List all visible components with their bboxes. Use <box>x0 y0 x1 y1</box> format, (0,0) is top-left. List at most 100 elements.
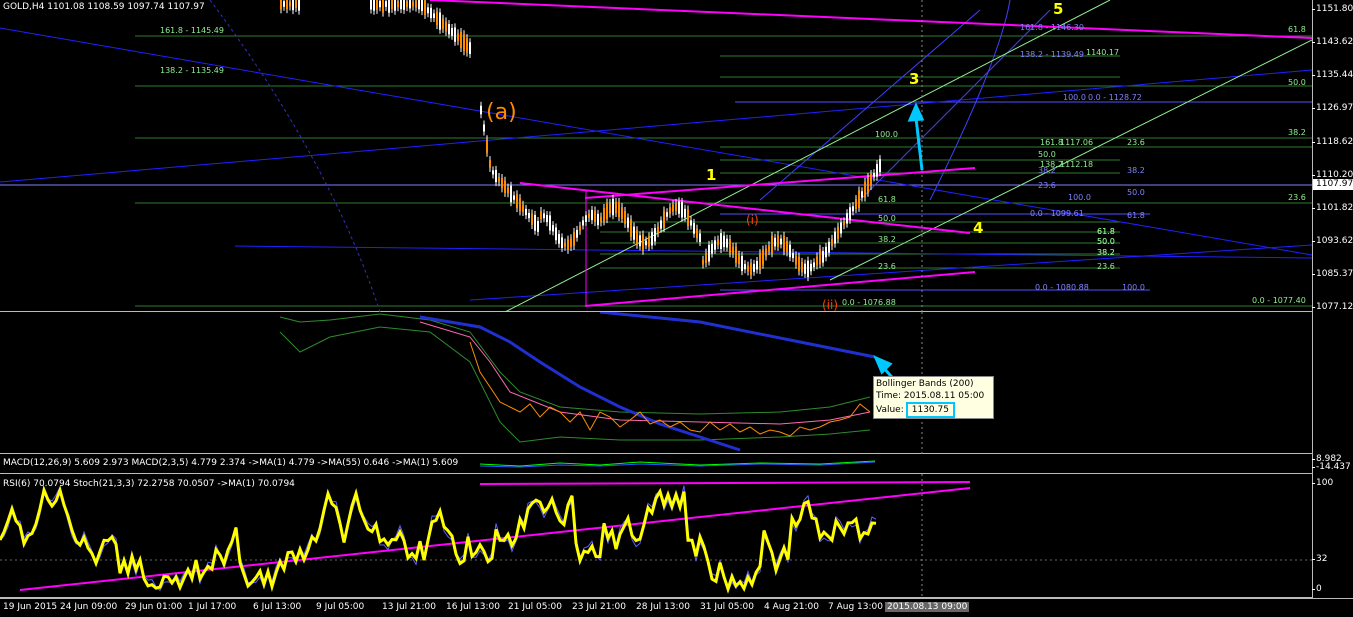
candle-body <box>741 255 743 272</box>
candle-body <box>495 169 497 183</box>
price-axis-label: 1077.12 <box>1311 302 1353 312</box>
candle-body <box>531 213 533 225</box>
candle-body <box>519 198 521 212</box>
chart-symbol-header: GOLD,H4 1101.08 1108.59 1097.74 1107.97 <box>3 2 205 12</box>
candle-body <box>570 238 572 248</box>
candle-body <box>732 246 734 254</box>
candle-body <box>639 235 641 247</box>
tooltip-value-label: Value: <box>876 405 904 415</box>
macd-header: MACD(12,26,9) 5.609 2.973 MACD(2,3,5) 4.… <box>3 458 459 468</box>
candle-body <box>837 226 839 239</box>
fib-level-label: 38.2 <box>1038 166 1056 175</box>
cursor-time-label: 2015.08.13 09:00 <box>885 602 970 612</box>
rsi-canvas <box>0 474 1312 598</box>
time-axis[interactable]: 19 Jun 2015 24 Jun 09:00 29 Jun 01:00 1 Jul… <box>0 598 1353 617</box>
candle-body <box>690 220 692 226</box>
candle-body <box>561 237 563 249</box>
candle-body <box>819 248 821 265</box>
candle-body <box>585 215 587 222</box>
rsi-trend-top <box>479 481 971 485</box>
candle-body <box>681 201 683 218</box>
tooltip-title: Bollinger Bands (200) <box>876 379 974 389</box>
ma-blue-200 <box>599 312 876 359</box>
price-axis[interactable]: 1151.80 1143.62 1135.44 1126.97 1118.62 1110.… <box>1311 0 1353 312</box>
candle-body <box>543 213 545 219</box>
time-axis-label: 19 Jun 2015 <box>3 602 58 612</box>
time-axis-label: 7 Aug 13:00 <box>828 602 883 612</box>
candle-body <box>555 227 557 241</box>
fib-level-label: 38.2 <box>1127 166 1145 175</box>
current-price-marker: 1107.97 <box>1313 179 1353 190</box>
candle-body <box>717 239 719 246</box>
candle-body <box>430 7 432 19</box>
candle-body <box>636 230 638 245</box>
candle-body <box>457 33 459 42</box>
candle-body <box>630 219 632 237</box>
wave-label-a: (a) <box>486 100 517 125</box>
candle-body <box>795 255 797 265</box>
candle-body <box>711 243 713 254</box>
candle-body <box>567 239 569 250</box>
rsi-stoch-pane[interactable]: RSI(6) 70.0794 Stoch(21,3,3) 72.2758 70.… <box>0 474 1312 598</box>
candle-body <box>504 180 506 193</box>
candle-body <box>726 238 728 248</box>
fib-level-label: 0.0 - 1099.61 <box>1030 209 1084 218</box>
symbol-label: GOLD,H4 <box>3 2 45 12</box>
main-price-pane[interactable]: GOLD,H4 1101.08 1108.59 1097.74 1107.97 … <box>0 0 1312 312</box>
candle-body <box>615 202 617 213</box>
candle-body <box>498 176 500 183</box>
fib-level-label: 1140.17 <box>1086 48 1120 57</box>
price-candles <box>280 0 881 282</box>
candle-body <box>870 174 872 186</box>
candle-body <box>810 263 812 272</box>
candle-body <box>765 248 767 257</box>
candle-body <box>729 239 731 254</box>
candle-body <box>534 214 536 231</box>
tooltip-value: 1130.75 <box>905 402 955 418</box>
tooltip-time: Time: 2015.08.11 05:00 <box>876 391 985 401</box>
candle-body <box>295 0 297 8</box>
candle-body <box>843 221 845 226</box>
fib-level-label: 38.2 <box>1288 128 1306 137</box>
candle-body <box>702 259 704 265</box>
candle-body <box>627 217 629 228</box>
candle-body <box>801 261 803 273</box>
rsi-line <box>0 484 877 594</box>
fib-level-label: 23.6 <box>878 262 896 271</box>
candle-body <box>513 195 515 200</box>
rsi-axis-label: 100 <box>1311 478 1334 488</box>
candle-body <box>388 0 390 13</box>
fib-level-label: 50.0 <box>1288 78 1306 87</box>
ma-pink <box>419 321 871 425</box>
candle-body <box>699 233 701 243</box>
candle-body <box>789 244 791 258</box>
candle-body <box>573 231 575 246</box>
main-chart-canvas[interactable] <box>0 0 1312 312</box>
candle-body <box>621 207 623 219</box>
candle-body <box>552 225 554 232</box>
candle-body <box>738 254 740 265</box>
candle-body <box>684 208 686 218</box>
time-axis-label: 29 Jun 01:00 <box>125 602 183 612</box>
candle-body <box>642 234 644 251</box>
fib-level-label: 0.0 - 1077.40 <box>1252 296 1306 305</box>
candle-body <box>651 232 653 246</box>
candle-body <box>762 249 764 265</box>
fib-level-label: 61.8 <box>1288 25 1306 34</box>
candle-body <box>283 1 285 7</box>
candle-body <box>876 164 878 177</box>
macd-pane[interactable]: MACD(12,26,9) 5.609 2.973 MACD(2,3,5) 4.… <box>0 454 1312 474</box>
fib-level-label: 61.8 <box>1127 211 1145 220</box>
candle-body <box>382 0 384 13</box>
bollinger-canvas <box>279 312 923 454</box>
candle-body <box>280 0 282 10</box>
time-axis-label: 31 Jul 05:00 <box>700 602 754 612</box>
candle-body <box>376 0 378 10</box>
bollinger-indicator-pane[interactable] <box>0 312 1312 454</box>
candle-body <box>618 202 620 218</box>
time-axis-label: 4 Aug 21:00 <box>764 602 819 612</box>
candle-body <box>606 202 608 220</box>
candle-body <box>744 264 746 270</box>
fib-level-label: 23.6 <box>1288 193 1306 202</box>
candle-body <box>421 0 423 12</box>
